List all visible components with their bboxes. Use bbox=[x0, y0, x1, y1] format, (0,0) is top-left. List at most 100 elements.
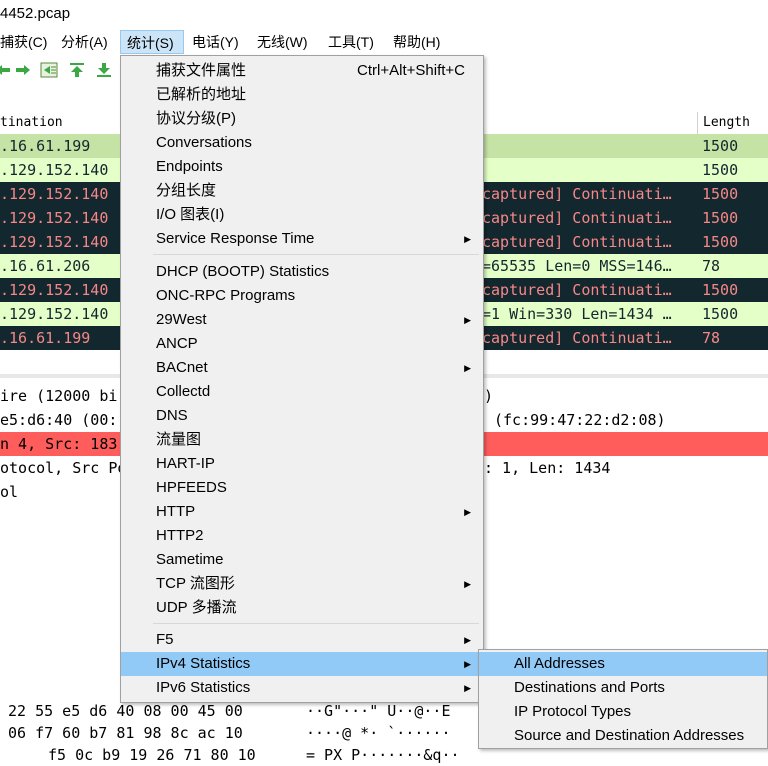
menu-item-ipv4-statistics[interactable]: IPv4 Statistics ▶ bbox=[121, 652, 483, 676]
packet-length: 1500 bbox=[702, 305, 739, 323]
menu-item-label: IPv4 Statistics bbox=[156, 655, 251, 672]
menu-item-collectd[interactable]: Collectd bbox=[121, 380, 483, 404]
menu-telephony[interactable]: 电话(Y) bbox=[192, 30, 239, 54]
go-back-icon[interactable] bbox=[0, 62, 12, 78]
menu-item-label: I/O 图表(I) bbox=[156, 206, 225, 223]
menu-item-destinations-and-ports[interactable]: Destinations and Ports bbox=[479, 676, 767, 700]
detail-text: (fc:99:47:22:d2:08) bbox=[494, 411, 666, 429]
detail-text: ) bbox=[484, 387, 494, 405]
packet-destination: .129.152.140 bbox=[0, 161, 109, 179]
menu-item-label: Conversations bbox=[156, 134, 252, 151]
menu-item-label: 29West bbox=[156, 311, 207, 328]
menu-item-label: TCP 流图形 bbox=[156, 575, 235, 592]
menu-item-all-addresses[interactable]: All Addresses bbox=[479, 652, 767, 676]
menu-item-ipv6-statistics[interactable]: IPv6 Statistics ▶ bbox=[121, 676, 483, 700]
menu-wireless[interactable]: 无线(W) bbox=[257, 30, 308, 54]
packet-info: captured] Continuati… bbox=[482, 329, 672, 347]
menu-item-capture-file-properties[interactable]: 捕获文件属性 Ctrl+Alt+Shift+C bbox=[121, 59, 483, 83]
main-toolbar bbox=[0, 56, 120, 84]
menu-item-udp-multicast-streams[interactable]: UDP 多播流 bbox=[121, 596, 483, 620]
menu-item-label: Sametime bbox=[156, 551, 224, 568]
menu-item-resolved-addresses[interactable]: 已解析的地址 bbox=[121, 83, 483, 107]
menu-item-shortcut: Ctrl+Alt+Shift+C bbox=[357, 62, 465, 79]
menu-item-label: Destinations and Ports bbox=[514, 679, 665, 696]
submenu-arrow-icon: ▶ bbox=[464, 579, 471, 589]
menu-item-label: IP Protocol Types bbox=[514, 703, 632, 720]
menu-item-label: ONC-RPC Programs bbox=[156, 287, 296, 304]
detail-text: e5:d6:40 (00: bbox=[0, 411, 118, 429]
menu-capture[interactable]: 捕获(C) bbox=[0, 30, 47, 54]
menu-item-dhcp-statistics[interactable]: DHCP (BOOTP) Statistics bbox=[121, 260, 483, 284]
go-last-icon[interactable] bbox=[95, 62, 113, 78]
packet-length: 1500 bbox=[702, 137, 739, 155]
menu-item-bacnet[interactable]: BACnet ▶ bbox=[121, 356, 483, 380]
menu-item-label: ANCP bbox=[156, 335, 198, 352]
menu-item-label: 捕获文件属性 bbox=[156, 62, 247, 79]
menu-item-label: F5 bbox=[156, 631, 174, 648]
packet-length: 78 bbox=[702, 257, 721, 275]
hex-bytes: f5 0c b9 19 26 71 80 10 bbox=[48, 746, 256, 764]
statistics-menu: 捕获文件属性 Ctrl+Alt+Shift+C 已解析的地址 协议分级(P) C… bbox=[120, 55, 484, 703]
menu-item-packet-lengths[interactable]: 分组长度 bbox=[121, 179, 483, 203]
hex-ascii: ··G"···" U··@··E bbox=[306, 702, 451, 720]
submenu-arrow-icon: ▶ bbox=[464, 659, 471, 669]
packet-destination: .16.61.206 bbox=[0, 257, 91, 275]
menu-item-label: 流量图 bbox=[156, 431, 202, 448]
menu-statistics[interactable]: 统计(S) bbox=[120, 30, 184, 54]
menu-item-http[interactable]: HTTP ▶ bbox=[121, 500, 483, 524]
go-first-icon[interactable] bbox=[68, 62, 86, 78]
menu-item-label: HTTP2 bbox=[156, 527, 204, 544]
packet-info: captured] Continuati… bbox=[482, 185, 672, 203]
hex-ascii: ····@ *· `······ bbox=[306, 724, 451, 742]
menu-item-label: HTTP bbox=[156, 503, 196, 520]
menu-item-ip-protocol-types[interactable]: IP Protocol Types bbox=[479, 700, 767, 724]
packet-length: 1500 bbox=[702, 233, 739, 251]
packet-length: 1500 bbox=[702, 161, 739, 179]
detail-text: n 4, Src: 183 bbox=[0, 435, 118, 453]
menu-item-f5[interactable]: F5 ▶ bbox=[121, 628, 483, 652]
menu-item-flow-graph[interactable]: 流量图 bbox=[121, 428, 483, 452]
hex-ascii: = PX P·······&q·· bbox=[306, 746, 460, 764]
go-forward-icon[interactable] bbox=[14, 62, 32, 78]
submenu-arrow-icon: ▶ bbox=[464, 507, 471, 517]
go-to-packet-icon[interactable] bbox=[40, 62, 58, 78]
menu-item-label: DHCP (BOOTP) Statistics bbox=[156, 263, 330, 280]
packet-destination: .16.61.199 bbox=[0, 329, 91, 347]
detail-text: ire (12000 bi bbox=[0, 387, 118, 405]
menu-item-protocol-hierarchy[interactable]: 协议分级(P) bbox=[121, 107, 483, 131]
submenu-arrow-icon: ▶ bbox=[464, 363, 471, 373]
packet-destination: .129.152.140 bbox=[0, 185, 109, 203]
packet-info: captured] Continuati… bbox=[482, 209, 672, 227]
submenu-arrow-icon: ▶ bbox=[464, 234, 471, 244]
column-destination[interactable]: tination bbox=[0, 112, 63, 134]
packet-length: 78 bbox=[702, 329, 721, 347]
menu-item-endpoints[interactable]: Endpoints bbox=[121, 155, 483, 179]
packet-length: 1500 bbox=[702, 209, 739, 227]
menu-item-source-and-destination-addresses[interactable]: Source and Destination Addresses bbox=[479, 724, 767, 748]
menu-item-ancp[interactable]: ANCP bbox=[121, 332, 483, 356]
menu-item-io-graph[interactable]: I/O 图表(I) bbox=[121, 203, 483, 227]
menu-item-dns[interactable]: DNS bbox=[121, 404, 483, 428]
menu-item-conversations[interactable]: Conversations bbox=[121, 131, 483, 155]
menu-item-29west[interactable]: 29West ▶ bbox=[121, 308, 483, 332]
menu-item-label: BACnet bbox=[156, 359, 208, 376]
packet-destination: .129.152.140 bbox=[0, 281, 109, 299]
menu-analyze[interactable]: 分析(A) bbox=[61, 30, 108, 54]
menu-tools[interactable]: 工具(T) bbox=[328, 30, 374, 54]
column-length[interactable]: Length bbox=[697, 112, 768, 134]
menu-item-http2[interactable]: HTTP2 bbox=[121, 524, 483, 548]
submenu-arrow-icon: ▶ bbox=[464, 315, 471, 325]
menu-item-label: 协议分级(P) bbox=[156, 110, 236, 127]
menu-item-label: Source and Destination Addresses bbox=[514, 727, 745, 744]
menu-item-onc-rpc-programs[interactable]: ONC-RPC Programs bbox=[121, 284, 483, 308]
menu-item-service-response-time[interactable]: Service Response Time ▶ bbox=[121, 227, 483, 251]
menu-item-hpfeeds[interactable]: HPFEEDS bbox=[121, 476, 483, 500]
menu-item-hart-ip[interactable]: HART-IP bbox=[121, 452, 483, 476]
menu-item-tcp-stream-graphs[interactable]: TCP 流图形 ▶ bbox=[121, 572, 483, 596]
menu-item-sametime[interactable]: Sametime bbox=[121, 548, 483, 572]
menu-item-label: Endpoints bbox=[156, 158, 223, 175]
menu-separator bbox=[153, 254, 479, 255]
submenu-arrow-icon: ▶ bbox=[464, 683, 471, 693]
menu-separator bbox=[153, 623, 479, 624]
menu-help[interactable]: 帮助(H) bbox=[393, 30, 440, 54]
